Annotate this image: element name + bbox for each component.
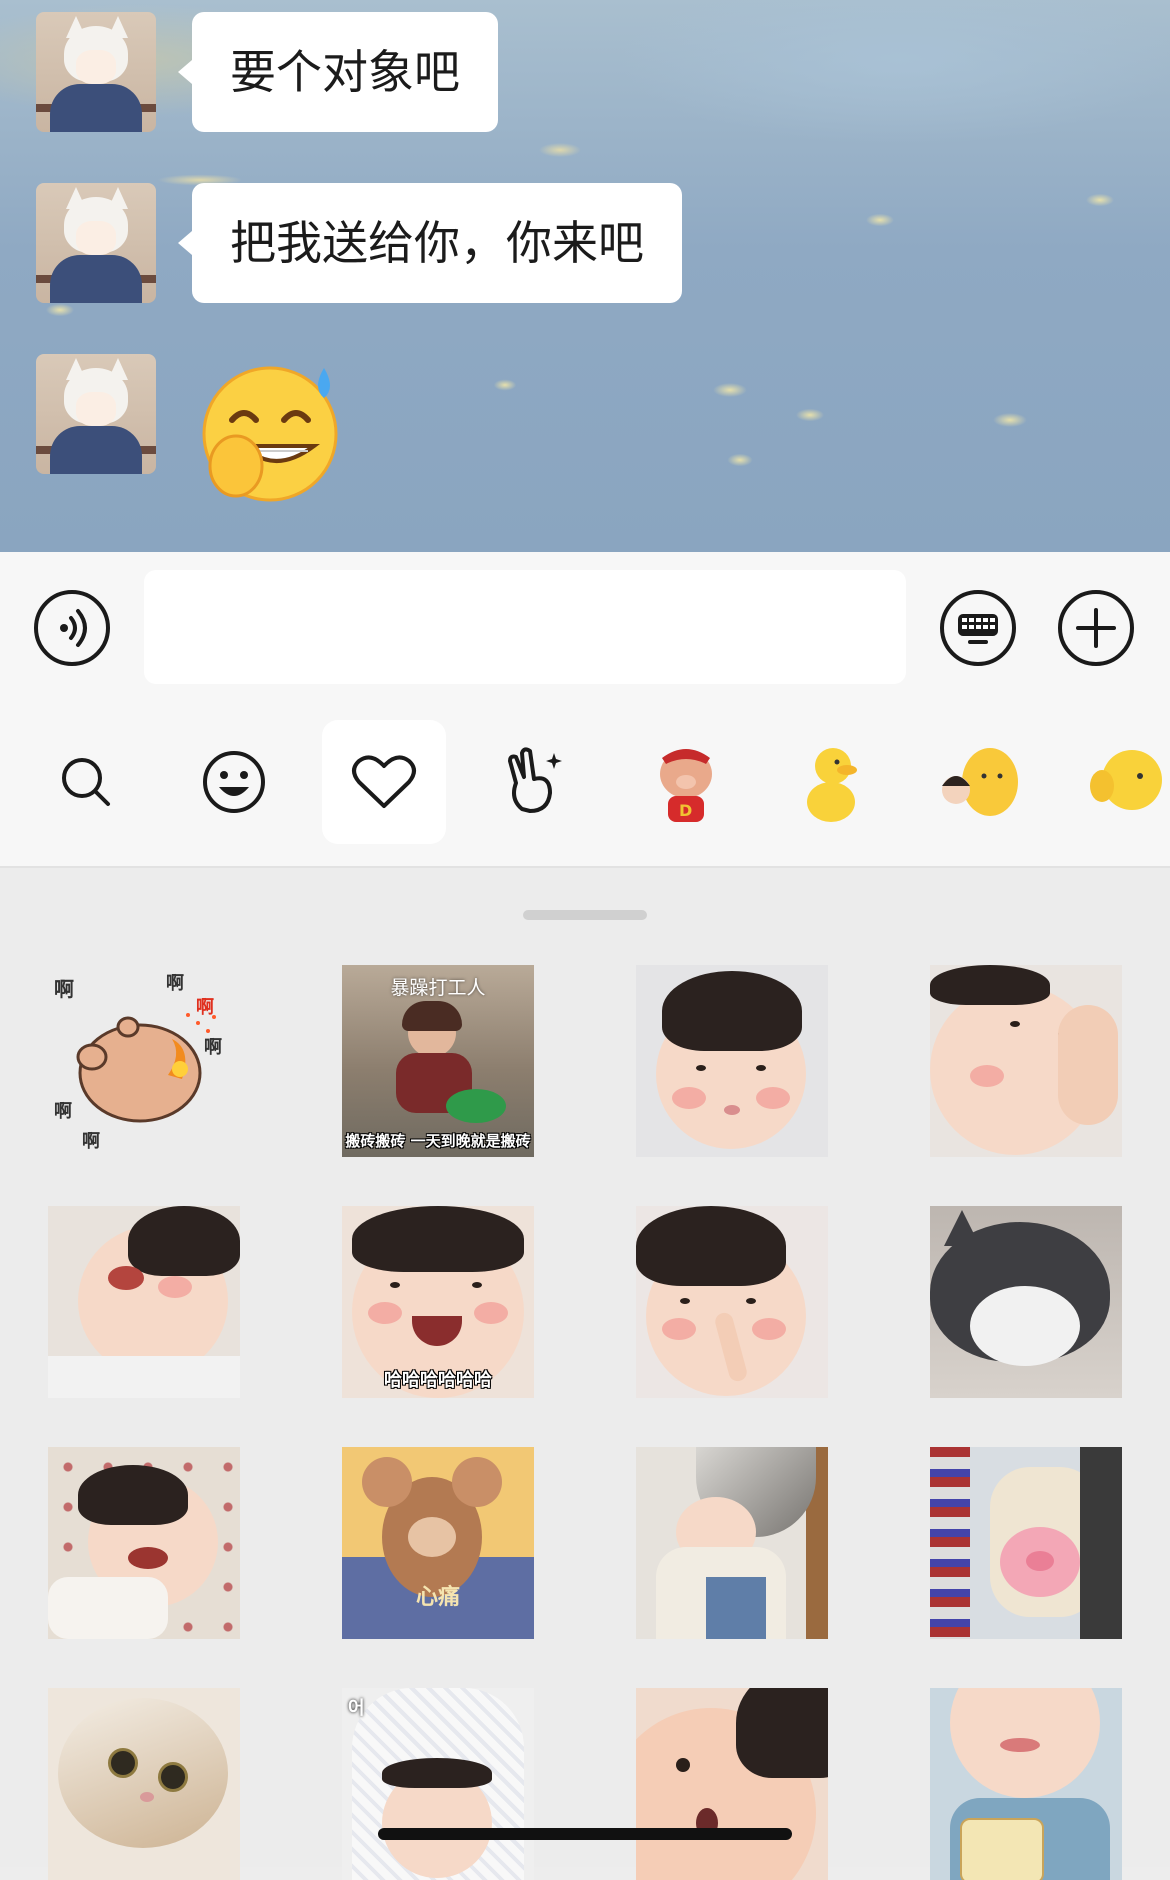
baby-bowl-head-sticker[interactable] — [636, 1447, 828, 1639]
message-row: 要个对象吧 — [36, 12, 498, 132]
sticker-tab-bar: D — [0, 720, 1170, 850]
sticker-caption-top: 暴躁打工人 — [390, 977, 486, 999]
smiley-icon[interactable] — [172, 720, 296, 844]
keyboard-icon[interactable] — [940, 590, 1016, 666]
message-input[interactable] — [144, 570, 906, 684]
message-bubble[interactable]: 要个对象吧 — [178, 12, 498, 132]
cat-lying-sticker[interactable] — [48, 1688, 240, 1880]
grinning-sweat-emoji-icon[interactable] — [192, 354, 342, 504]
yellow-duck-pack-icon[interactable] — [770, 720, 894, 844]
home-indicator[interactable] — [378, 1828, 792, 1840]
baby-crying-bed-sticker[interactable] — [48, 1447, 240, 1639]
chat-area: 要个对象吧 把我送给你，你来吧 — [0, 0, 1170, 552]
baby-laughing-sticker[interactable]: 哈哈哈哈哈哈 — [342, 1206, 534, 1398]
sticker-caption: 搬砖搬砖 一天到晚就是搬砖 — [345, 1132, 531, 1150]
kid-pig-backpack-sticker[interactable] — [930, 1447, 1122, 1639]
input-bar: D — [0, 552, 1170, 868]
baby-nose-pick-sticker[interactable] — [636, 1206, 828, 1398]
yellow-duck-wave-pack-icon[interactable] — [1062, 720, 1170, 844]
heart-icon[interactable] — [322, 720, 446, 844]
sticker-caption: 哈哈哈哈哈哈 — [384, 1370, 492, 1391]
caption: 啊 — [196, 997, 214, 1018]
message-bubble[interactable]: 把我送给你，你来吧 — [178, 183, 682, 303]
caption: 啊 — [54, 1101, 72, 1122]
baby-pout-sticker[interactable] — [636, 965, 828, 1157]
message-row: 把我送给你，你来吧 — [36, 183, 682, 303]
search-icon[interactable] — [24, 720, 148, 844]
baby-cheek-sticker[interactable] — [930, 965, 1122, 1157]
message-row — [36, 354, 342, 504]
svg-text:D: D — [679, 801, 692, 820]
baby-milk-sticker[interactable] — [930, 1688, 1122, 1880]
sticker-caption-top: 어 — [348, 1698, 365, 1719]
sticker-caption: 心痛 — [415, 1585, 460, 1610]
plus-icon[interactable] — [1058, 590, 1134, 666]
duck-with-kid-pack-icon[interactable] — [916, 720, 1040, 844]
sticker-panel: 啊 啊 啊 啊 啊 啊 暴躁打工人 搬砖搬砖 一天到晚就是搬砖 哈哈哈哈哈哈 心… — [0, 868, 1170, 1880]
sticker-grid: 啊 啊 啊 啊 啊 啊 暴躁打工人 搬砖搬砖 一天到晚就是搬砖 哈哈哈哈哈哈 心… — [0, 868, 1170, 1880]
avatar[interactable] — [36, 354, 156, 474]
caption: 啊 — [204, 1037, 222, 1058]
bear-ah-sticker[interactable]: 啊 啊 啊 啊 啊 啊 — [48, 965, 240, 1157]
grumpy-worker-sticker[interactable]: 暴躁打工人 搬砖搬砖 一天到晚就是搬砖 — [342, 965, 534, 1157]
avatar[interactable] — [36, 183, 156, 303]
baby-towel-sticker[interactable]: 어 — [342, 1688, 534, 1880]
jerry-heartache-sticker[interactable]: 心痛 — [342, 1447, 534, 1639]
avatar[interactable] — [36, 12, 156, 132]
caption: 啊 — [166, 973, 184, 994]
baby-closeup-sticker[interactable] — [636, 1688, 828, 1880]
caption: 啊 — [82, 1131, 100, 1152]
hand-gesture-icon[interactable] — [472, 720, 596, 844]
baby-crying-laugh-sticker[interactable] — [48, 1206, 240, 1398]
caption: 啊 — [54, 977, 74, 1001]
pig-sticker-pack-icon[interactable]: D — [624, 720, 748, 844]
voice-icon[interactable] — [34, 590, 110, 666]
cat-peeking-sticker[interactable] — [930, 1206, 1122, 1398]
